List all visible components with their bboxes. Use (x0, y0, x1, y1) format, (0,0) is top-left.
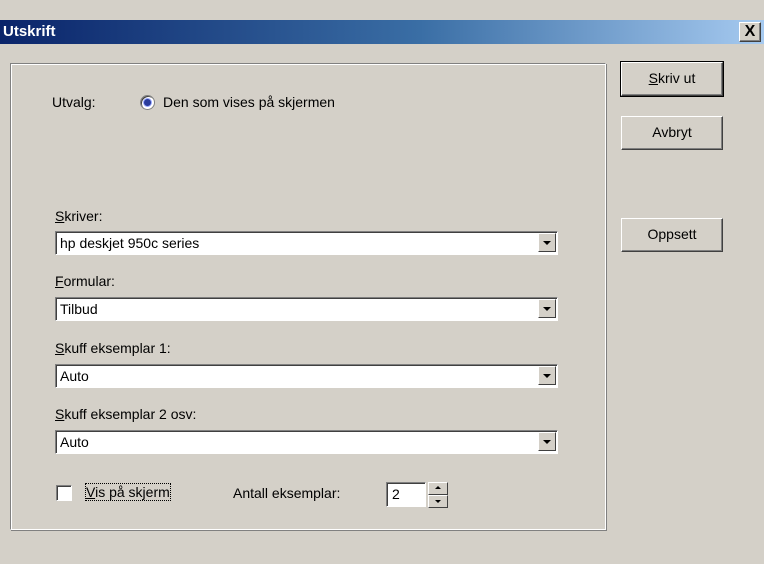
radio-current-screen[interactable] (140, 95, 155, 110)
show-on-screen-checkbox[interactable] (56, 485, 72, 501)
tray2-select[interactable]: Auto (55, 430, 558, 454)
printer-value: hp deskjet 950c series (60, 235, 200, 251)
copies-input[interactable]: 2 (386, 482, 426, 507)
copies-value: 2 (392, 486, 400, 502)
selection-label: Utvalg: (52, 94, 96, 110)
chevron-down-icon[interactable] (538, 366, 556, 385)
tray1-value: Auto (60, 368, 89, 384)
form-label: Formular: (55, 273, 115, 289)
form-select[interactable]: Tilbud (55, 297, 558, 321)
tray1-label: Skuff eksemplar 1: (55, 340, 171, 356)
window-title: Utskrift (3, 23, 56, 40)
tray2-label: Skuff eksemplar 2 osv: (55, 406, 197, 422)
radio-dot (144, 99, 151, 106)
chevron-down-icon[interactable] (538, 299, 556, 318)
close-icon: X (744, 23, 756, 40)
title-bar: Utskrift X (0, 20, 764, 44)
setup-button[interactable]: Oppsett (621, 218, 723, 252)
close-button[interactable]: X (739, 22, 761, 42)
cancel-button[interactable]: Avbryt (621, 116, 723, 150)
spin-down-icon[interactable] (428, 495, 448, 508)
chevron-down-icon[interactable] (538, 233, 556, 252)
print-button[interactable]: Skriv ut (620, 61, 724, 97)
copies-label: Antall eksemplar: (233, 485, 341, 501)
form-value: Tilbud (60, 301, 98, 317)
printer-select[interactable]: hp deskjet 950c series (55, 231, 558, 255)
chevron-down-icon[interactable] (538, 432, 556, 451)
radio-current-screen-label[interactable]: Den som vises på skjermen (163, 94, 335, 110)
show-on-screen-label[interactable]: Vis på skjerm (85, 483, 171, 501)
tray1-select[interactable]: Auto (55, 364, 558, 388)
printer-label: Skriver: (55, 208, 103, 224)
spin-up-icon[interactable] (428, 482, 448, 495)
tray2-value: Auto (60, 434, 89, 450)
